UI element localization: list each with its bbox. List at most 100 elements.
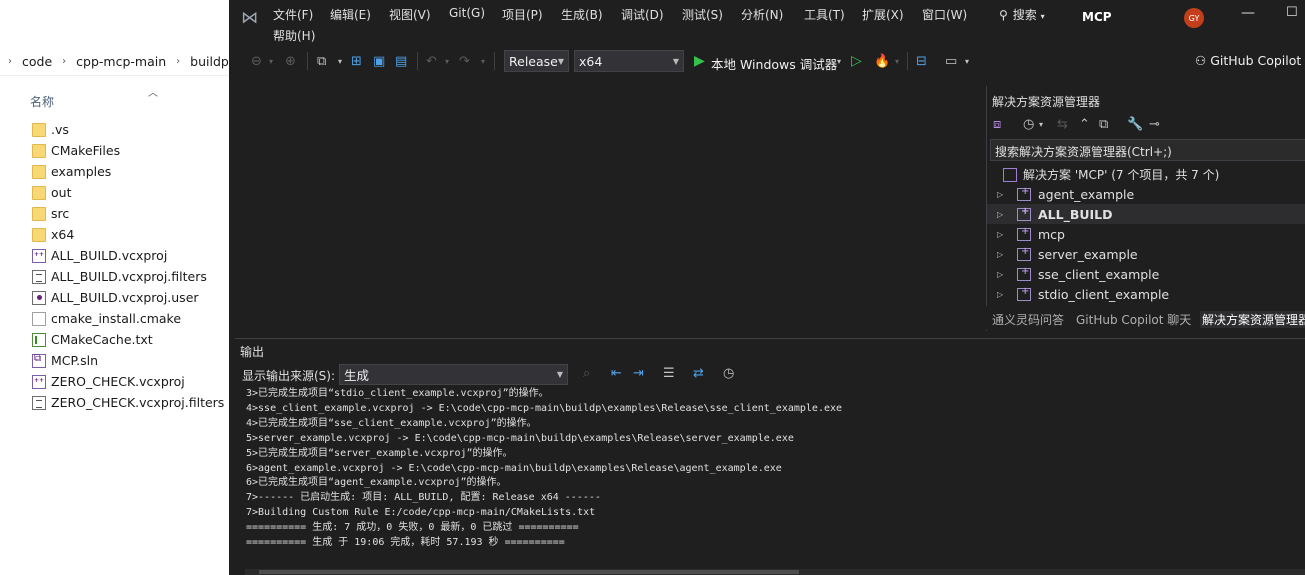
find-message-icon[interactable]: ⌕ <box>583 366 590 381</box>
chevron-down-icon[interactable]: ▾ <box>895 51 899 71</box>
file-item[interactable]: ALL_BUILD.vcxproj.user <box>0 287 230 308</box>
chevron-down-icon[interactable]: ▾ <box>965 51 969 71</box>
file-item[interactable]: out <box>0 182 230 203</box>
file-item[interactable]: ZERO_CHECK.vcxproj <box>0 371 230 392</box>
solution-explorer-search-input[interactable]: 搜索解决方案资源管理器(Ctrl+;) <box>990 139 1305 161</box>
expand-arrow-icon[interactable]: ▷ <box>997 210 1007 219</box>
chevron-down-icon[interactable]: ▾ <box>481 51 485 71</box>
chevron-down-icon[interactable]: ▾ <box>837 51 841 71</box>
project-item[interactable]: ▷ server_example <box>987 244 1305 264</box>
breadcrumb-buildp[interactable]: buildp <box>188 54 230 69</box>
browse-folder-icon[interactable]: ⊟ <box>916 51 927 71</box>
start-debugging-button[interactable]: 本地 Windows 调试器 <box>711 54 837 73</box>
chevron-down-icon: ▾ <box>1040 12 1045 21</box>
project-item[interactable]: ▷ agent_example <box>987 184 1305 204</box>
collapse-all-icon[interactable]: ⌃ <box>1079 117 1090 132</box>
redo-icon[interactable]: ↷ <box>459 51 470 71</box>
menu-window[interactable]: 窗口(W) <box>922 6 967 23</box>
file-item[interactable]: CMakeFiles <box>0 140 230 161</box>
preview-icon[interactable]: ⊸ <box>1149 117 1160 132</box>
file-item[interactable]: MCP.sln <box>0 350 230 371</box>
save-all-icon[interactable]: ▤ <box>395 51 407 71</box>
tab-tongyi-lingma[interactable]: 通义灵码问答 <box>992 311 1064 328</box>
solution-root[interactable]: 解决方案 'MCP' (7 个项目，共 7 个) <box>1003 166 1219 183</box>
project-item[interactable]: ▷ sse_client_example <box>987 264 1305 284</box>
app-title: MCP <box>1082 10 1112 24</box>
back-icon[interactable]: ⊖ <box>251 51 262 71</box>
menu-edit[interactable]: 编辑(E) <box>330 6 371 23</box>
scrollbar-thumb[interactable] <box>259 570 799 574</box>
file-item[interactable]: .vs <box>0 119 230 140</box>
hot-reload-icon[interactable]: 🔥 <box>874 51 890 71</box>
chevron-down-icon[interactable]: ▾ <box>338 51 342 71</box>
clear-all-icon[interactable]: ☰ <box>663 366 675 381</box>
expand-arrow-icon[interactable]: ▷ <box>997 250 1007 259</box>
file-item[interactable]: ZERO_CHECK.vcxproj.filters <box>0 392 230 413</box>
menu-debug[interactable]: 调试(D) <box>621 6 664 23</box>
prev-message-icon[interactable]: ⇤ <box>611 366 622 381</box>
expand-arrow-icon[interactable]: ▷ <box>997 190 1007 199</box>
menu-file[interactable]: 文件(F) <box>273 6 313 23</box>
file-item[interactable]: CMakeCache.txt <box>0 329 230 350</box>
start-without-debug-icon[interactable]: ▷ <box>851 51 862 71</box>
breadcrumb-cpp-mcp-main[interactable]: cpp-mcp-main <box>74 54 168 69</box>
editor-area[interactable] <box>229 76 986 336</box>
menu-view[interactable]: 视图(V) <box>389 6 431 23</box>
tab-github-copilot-chat[interactable]: GitHub Copilot 聊天 <box>1076 311 1191 328</box>
search-button[interactable]: ⚲ 搜索 ▾ <box>999 6 1045 23</box>
column-name-header[interactable]: 名称 <box>30 93 54 110</box>
horizontal-scrollbar[interactable] <box>245 569 1305 575</box>
project-item[interactable]: ▷ mcp <box>987 224 1305 244</box>
chevron-down-icon[interactable]: ▾ <box>445 51 449 71</box>
menu-project[interactable]: 项目(P) <box>502 6 543 23</box>
tab-solution-explorer[interactable]: 解决方案资源管理器 <box>1200 311 1305 328</box>
maximize-button[interactable]: ☐ <box>1286 5 1298 20</box>
timestamp-icon[interactable]: ◷ <box>723 366 734 381</box>
next-message-icon[interactable]: ⇥ <box>633 366 644 381</box>
file-item[interactable]: ALL_BUILD.vcxproj <box>0 245 230 266</box>
file-item[interactable]: x64 <box>0 224 230 245</box>
menu-analyze[interactable]: 分析(N) <box>741 6 783 23</box>
menu-extensions[interactable]: 扩展(X) <box>862 6 904 23</box>
file-item[interactable]: examples <box>0 161 230 182</box>
visual-studio-logo-icon: ⋈ <box>241 8 258 28</box>
start-debug-icon[interactable]: ▶ <box>694 51 705 71</box>
file-item[interactable]: ALL_BUILD.vcxproj.filters <box>0 266 230 287</box>
chevron-down-icon[interactable]: ▾ <box>1039 120 1043 129</box>
show-all-files-icon[interactable]: ⧉ <box>1099 117 1108 132</box>
platform-dropdown[interactable]: x64 ▼ <box>574 50 684 72</box>
github-copilot-button[interactable]: ⚇ GitHub Copilot <box>1195 53 1301 68</box>
word-wrap-icon[interactable]: ⇄ <box>693 366 704 381</box>
chevron-down-icon[interactable]: ▾ <box>269 51 273 71</box>
output-source-dropdown[interactable]: 生成 ▼ <box>339 364 568 385</box>
expand-arrow-icon[interactable]: ▷ <box>997 270 1007 279</box>
column-header[interactable]: ︿ 名称 <box>0 84 230 114</box>
output-text[interactable]: 3>已完成生成项目“stdio_client_example.vcxproj”的… <box>246 387 1296 551</box>
copilot-label: GitHub Copilot <box>1210 53 1302 68</box>
save-icon[interactable]: ▣ <box>373 51 385 71</box>
new-project-icon[interactable]: ⧉ <box>317 51 326 71</box>
expand-arrow-icon[interactable]: ▷ <box>997 230 1007 239</box>
menu-git[interactable]: Git(G) <box>449 6 485 20</box>
avatar[interactable]: GY <box>1184 8 1204 28</box>
switch-views-icon[interactable]: ⧈ <box>993 117 1001 132</box>
open-file-icon[interactable]: ⊞ <box>351 51 362 71</box>
expand-arrow-icon[interactable]: ▷ <box>997 290 1007 299</box>
window-layout-icon[interactable]: ▭ <box>945 51 957 71</box>
breadcrumb-code[interactable]: code <box>20 54 54 69</box>
minimize-button[interactable]: — <box>1241 5 1255 21</box>
project-item[interactable]: ▷ ALL_BUILD <box>987 204 1305 224</box>
file-item[interactable]: cmake_install.cmake <box>0 308 230 329</box>
menu-help[interactable]: 帮助(H) <box>273 27 315 44</box>
forward-icon[interactable]: ⊕ <box>285 51 296 71</box>
menu-build[interactable]: 生成(B) <box>561 6 603 23</box>
sync-icon[interactable]: ⇆ <box>1057 117 1068 132</box>
file-item[interactable]: src <box>0 203 230 224</box>
menu-tools[interactable]: 工具(T) <box>804 6 845 23</box>
config-dropdown[interactable]: Release ▼ <box>504 50 569 72</box>
menu-test[interactable]: 测试(S) <box>682 6 723 23</box>
project-item[interactable]: ▷ stdio_client_example <box>987 284 1305 304</box>
undo-icon[interactable]: ↶ <box>426 51 437 71</box>
properties-icon[interactable]: 🔧 <box>1127 117 1143 132</box>
pending-changes-filter-icon[interactable]: ◷ <box>1023 117 1034 132</box>
